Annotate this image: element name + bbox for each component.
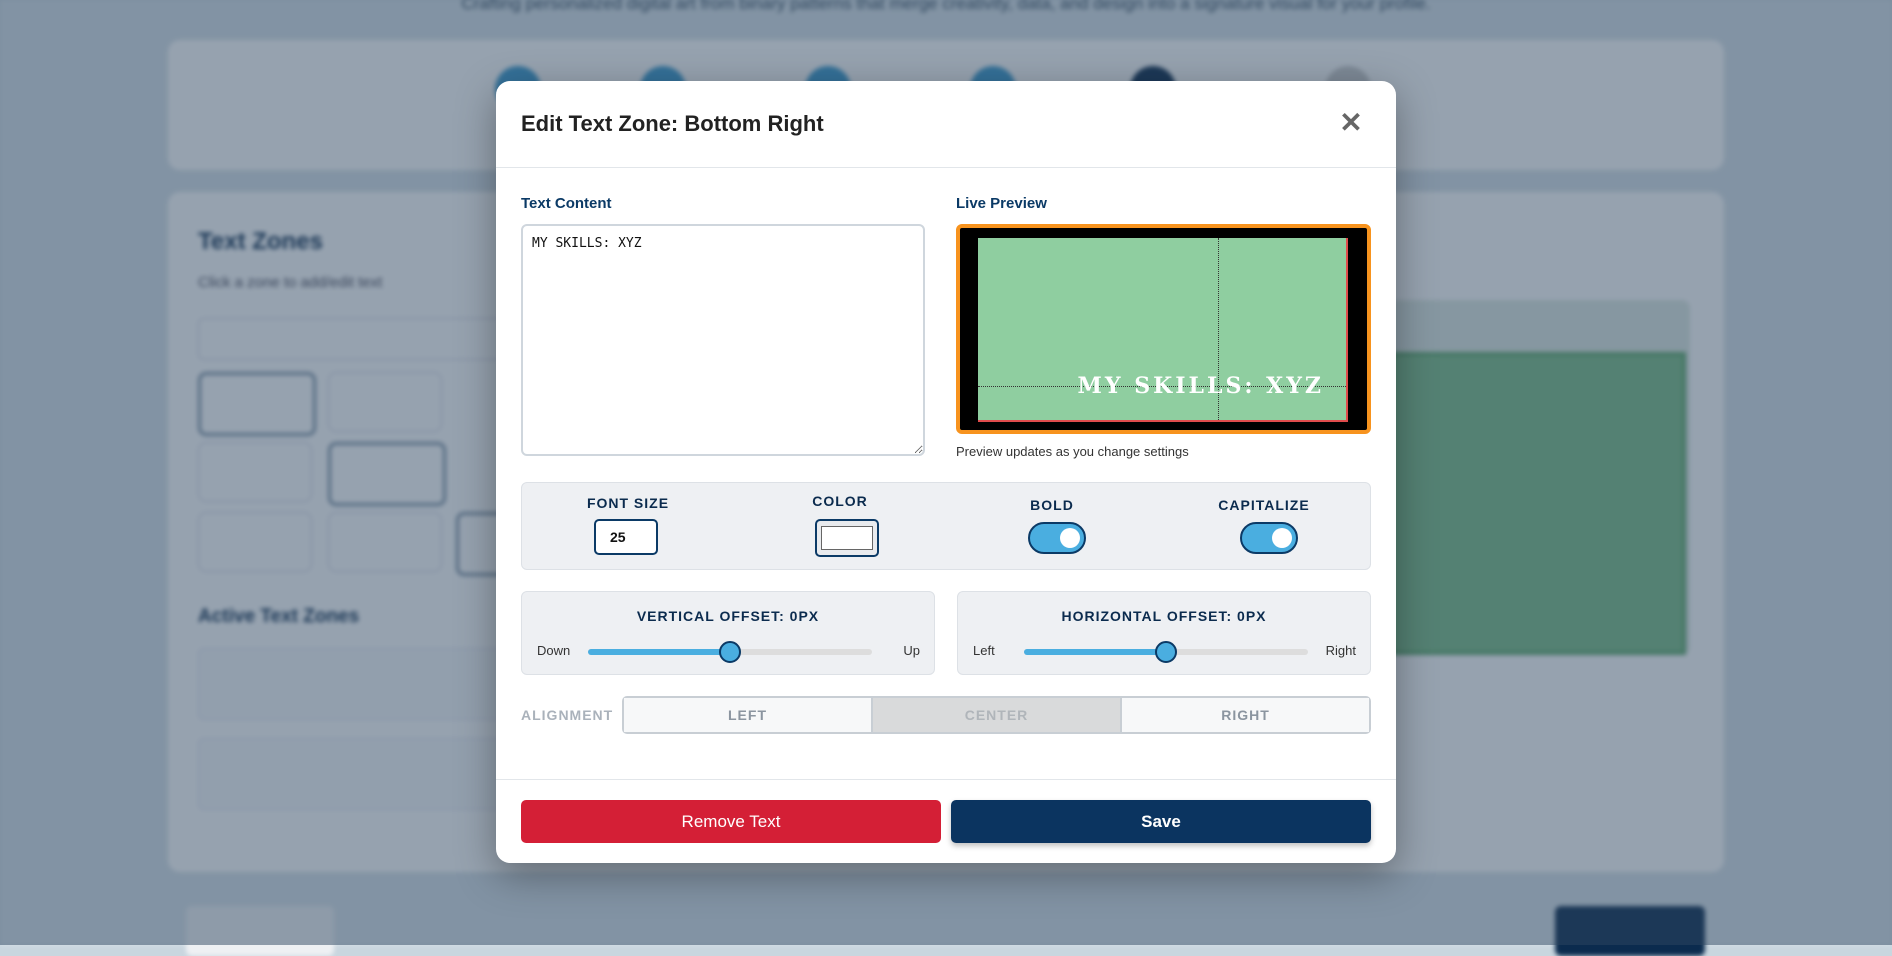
color-label: COLOR <box>812 493 868 509</box>
color-setting: COLOR <box>734 483 946 571</box>
bold-setting: BOLD <box>946 483 1158 571</box>
align-right-button[interactable]: RIGHT <box>1120 698 1369 732</box>
toggle-knob <box>1272 528 1292 548</box>
capitalize-label: CAPITALIZE <box>1218 497 1310 513</box>
align-center-button[interactable]: CENTER <box>871 698 1120 732</box>
preview-text: MY SKILLS: XYZ <box>1077 373 1324 399</box>
slider-thumb[interactable] <box>719 641 741 663</box>
font-size-setting: FONT SIZE 25 <box>522 483 734 571</box>
color-picker[interactable] <box>815 519 879 557</box>
live-preview: MY SKILLS: XYZ <box>956 224 1371 434</box>
preview-hint: Preview updates as you change settings <box>956 444 1189 459</box>
horizontal-offset-label: HORIZONTAL OFFSET: 0PX <box>1061 608 1267 624</box>
vertical-offset-slider[interactable] <box>588 641 872 663</box>
capitalize-setting: CAPITALIZE <box>1158 483 1370 571</box>
alignment-label: ALIGNMENT <box>521 707 614 723</box>
live-preview-label: Live Preview <box>956 195 1047 212</box>
capitalize-toggle[interactable] <box>1240 522 1298 554</box>
close-icon[interactable]: ✕ <box>1336 108 1366 138</box>
alignment-group: LEFT CENTER RIGHT <box>622 696 1371 734</box>
font-size-label: FONT SIZE <box>586 495 670 511</box>
preview-canvas: MY SKILLS: XYZ <box>978 238 1348 422</box>
down-label: Down <box>537 643 571 658</box>
font-size-input[interactable]: 25 <box>594 519 658 555</box>
vertical-offset-control: VERTICAL OFFSET: 0PX Down Up <box>521 591 935 675</box>
slider-fill <box>1024 649 1166 655</box>
horizontal-offset-control: HORIZONTAL OFFSET: 0PX Left Right <box>957 591 1371 675</box>
edit-text-zone-modal: Edit Text Zone: Bottom Right ✕ Text Cont… <box>496 81 1396 863</box>
toggle-knob <box>1060 528 1080 548</box>
modal-title: Edit Text Zone: Bottom Right <box>521 111 824 136</box>
text-settings-row: FONT SIZE 25 COLOR BOLD CAPITALIZE <box>521 482 1371 570</box>
bold-toggle[interactable] <box>1028 522 1086 554</box>
right-label: Right <box>1325 643 1356 658</box>
horizontal-offset-slider[interactable] <box>1024 641 1308 663</box>
align-left-button[interactable]: LEFT <box>624 698 871 732</box>
modal-header: Edit Text Zone: Bottom Right ✕ <box>496 81 1396 168</box>
remove-text-button[interactable]: Remove Text <box>521 800 941 843</box>
slider-thumb[interactable] <box>1155 641 1177 663</box>
modal-footer: Remove Text Save <box>496 779 1396 863</box>
bold-label: BOLD <box>1030 497 1074 513</box>
color-swatch-fill <box>821 526 873 550</box>
text-content-label: Text Content <box>521 195 612 212</box>
up-label: Up <box>903 643 920 658</box>
text-content-input[interactable]: MY SKILLS: XYZ <box>521 224 925 456</box>
save-button[interactable]: Save <box>951 800 1371 843</box>
vertical-offset-label: VERTICAL OFFSET: 0PX <box>636 608 820 624</box>
left-label: Left <box>973 643 995 658</box>
slider-fill <box>588 649 730 655</box>
